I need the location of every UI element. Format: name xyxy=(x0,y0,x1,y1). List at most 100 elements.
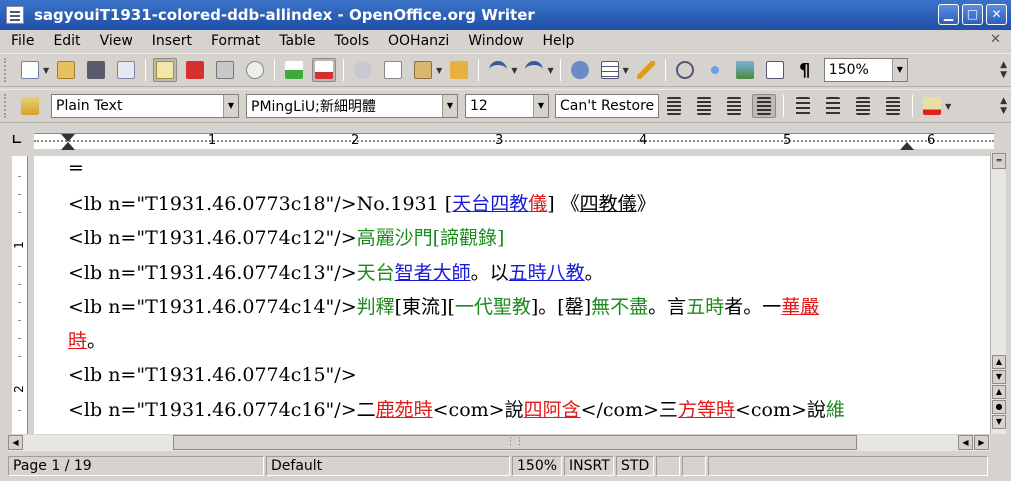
menu-format[interactable]: Format xyxy=(200,33,268,49)
writer-app-icon[interactable] xyxy=(6,6,24,24)
magnifier-page-icon xyxy=(246,61,265,79)
close-button[interactable]: ✕ xyxy=(986,4,1007,25)
scroll-up-button[interactable]: ▲ xyxy=(992,355,1006,369)
scrollbar-thumb[interactable]: ═ xyxy=(992,153,1006,169)
formatting-marks-button[interactable]: ¶ xyxy=(793,58,817,82)
font-size-combo[interactable]: 12 ▼ xyxy=(465,94,549,118)
justify-button[interactable] xyxy=(752,94,777,118)
menu-help[interactable]: Help xyxy=(531,33,582,49)
paste-dropdown-icon[interactable]: ▼ xyxy=(436,66,442,75)
menu-file[interactable]: File xyxy=(0,33,42,49)
numbering-button[interactable] xyxy=(791,94,815,118)
toolbar-overflow-icon[interactable]: ▲ ▼ xyxy=(1000,96,1007,116)
scroll-left-end-button[interactable]: ◀ xyxy=(958,435,973,450)
right-indent-marker[interactable] xyxy=(900,142,914,150)
save-button[interactable] xyxy=(84,58,108,82)
font-color-dropdown-icon[interactable]: ▼ xyxy=(945,102,951,111)
increase-indent-button[interactable] xyxy=(881,94,905,118)
toolbar-grip[interactable] xyxy=(4,58,9,82)
font-name-dropdown-icon[interactable]: ▼ xyxy=(442,95,457,117)
vertical-ruler[interactable]: 1 2 xyxy=(12,156,28,434)
autospellcheck-button[interactable] xyxy=(312,58,337,82)
page-preview-button[interactable] xyxy=(243,58,267,82)
navigator-button[interactable] xyxy=(703,58,727,82)
open-button[interactable] xyxy=(54,58,78,82)
minimize-button[interactable]: ▁ xyxy=(938,4,959,25)
edit-file-button[interactable] xyxy=(153,58,178,82)
previous-page-button[interactable]: ▲ xyxy=(992,385,1006,399)
paragraph-style-dropdown-icon[interactable]: ▼ xyxy=(223,95,238,117)
horizontal-scrollbar-thumb[interactable]: ⋮⋮ xyxy=(173,435,857,450)
redo-dropdown-icon[interactable]: ▼ xyxy=(547,66,553,75)
text-run: 四阿含 xyxy=(523,398,581,421)
save-icon xyxy=(87,61,106,79)
scroll-left-button[interactable]: ◀ xyxy=(8,435,23,450)
align-center-button[interactable] xyxy=(692,94,716,118)
menu-insert[interactable]: Insert xyxy=(141,33,200,49)
horizontal-ruler[interactable]: 1 2 3 4 5 6 xyxy=(34,133,994,150)
text-run: 無不盡 xyxy=(591,295,649,318)
scroll-right-button[interactable]: ▶ xyxy=(974,435,989,450)
redo-button[interactable] xyxy=(522,58,546,82)
page-style-indicator[interactable]: Default xyxy=(266,456,510,476)
bullets-button[interactable] xyxy=(821,94,845,118)
copy-button[interactable] xyxy=(381,58,405,82)
print-button[interactable] xyxy=(213,58,237,82)
menu-table[interactable]: Table xyxy=(268,33,323,49)
new-document-button[interactable] xyxy=(18,58,42,82)
paragraph-style-combo[interactable]: Plain Text ▼ xyxy=(51,94,239,118)
styles-formatting-button[interactable] xyxy=(18,94,42,118)
maximize-button[interactable]: □ xyxy=(962,4,983,25)
first-line-indent-marker[interactable] xyxy=(61,134,75,142)
vertical-scrollbar[interactable]: ═ ▲ ▼ ▲ ● ▼ xyxy=(990,153,1006,434)
find-replace-button[interactable] xyxy=(673,58,697,82)
horizontal-scrollbar[interactable]: ◀ ⋮⋮ ◀ ▶ xyxy=(8,435,990,451)
decrease-indent-button[interactable] xyxy=(851,94,875,118)
document-text[interactable]: = <lb n="T1931.46.0773c18"/>No.1931 [天台四… xyxy=(68,156,968,427)
text-run: 天台四教 xyxy=(452,193,529,215)
document-area[interactable]: = <lb n="T1931.46.0773c18"/>No.1931 [天台四… xyxy=(34,156,990,434)
table-dropdown-icon[interactable]: ▼ xyxy=(623,66,629,75)
undo-button[interactable] xyxy=(486,58,510,82)
zoom-indicator[interactable]: 150% xyxy=(512,456,562,476)
scroll-down-button[interactable]: ▼ xyxy=(992,370,1006,384)
toolbar-grip[interactable] xyxy=(4,94,9,118)
paste-button[interactable] xyxy=(411,58,435,82)
font-color-button[interactable] xyxy=(920,94,944,118)
font-size-dropdown-icon[interactable]: ▼ xyxy=(533,95,548,117)
menu-view[interactable]: View xyxy=(89,33,141,49)
cut-button[interactable] xyxy=(351,58,375,82)
gallery-button[interactable] xyxy=(733,58,757,82)
export-pdf-button[interactable] xyxy=(183,58,207,82)
hyperlink-mode-indicator[interactable] xyxy=(656,456,680,476)
left-indent-marker[interactable] xyxy=(61,142,75,150)
menu-edit[interactable]: Edit xyxy=(42,33,88,49)
insert-mode-indicator[interactable]: INSRT xyxy=(564,456,614,476)
navigation-button[interactable]: ● xyxy=(992,400,1006,414)
data-sources-button[interactable] xyxy=(763,58,787,82)
zoom-combo[interactable]: 150% ▼ xyxy=(823,58,908,82)
menu-window[interactable]: Window xyxy=(457,33,531,49)
toolbar-overflow-icon[interactable]: ▲ ▼ xyxy=(1000,60,1007,80)
spellcheck-button[interactable] xyxy=(282,58,306,82)
page-indicator[interactable]: Page 1 / 19 xyxy=(8,456,264,476)
show-draw-functions-button[interactable] xyxy=(634,58,658,82)
tab-type-selector[interactable]: ∟ xyxy=(8,133,26,149)
table-button[interactable] xyxy=(598,58,622,82)
hyperlink-button[interactable] xyxy=(568,58,592,82)
zoom-dropdown-icon[interactable]: ▼ xyxy=(891,59,907,81)
close-document-icon[interactable]: ✕ xyxy=(990,32,1001,47)
next-page-button[interactable]: ▼ xyxy=(992,415,1006,429)
undo-dropdown-icon[interactable]: ▼ xyxy=(511,66,517,75)
selection-mode-indicator[interactable]: STD xyxy=(616,456,654,476)
align-right-button[interactable] xyxy=(722,94,746,118)
new-dropdown-icon[interactable]: ▼ xyxy=(43,66,49,75)
clone-formatting-button[interactable] xyxy=(447,58,471,82)
vruler-number: 2 xyxy=(11,385,26,393)
email-button[interactable] xyxy=(114,58,138,82)
pdf-icon xyxy=(186,61,205,79)
menu-oohanzi[interactable]: OOHanzi xyxy=(377,33,457,49)
font-name-combo[interactable]: PMingLiU;新細明體 ▼ xyxy=(246,94,458,118)
menu-tools[interactable]: Tools xyxy=(324,33,378,49)
align-left-button[interactable] xyxy=(662,94,686,118)
